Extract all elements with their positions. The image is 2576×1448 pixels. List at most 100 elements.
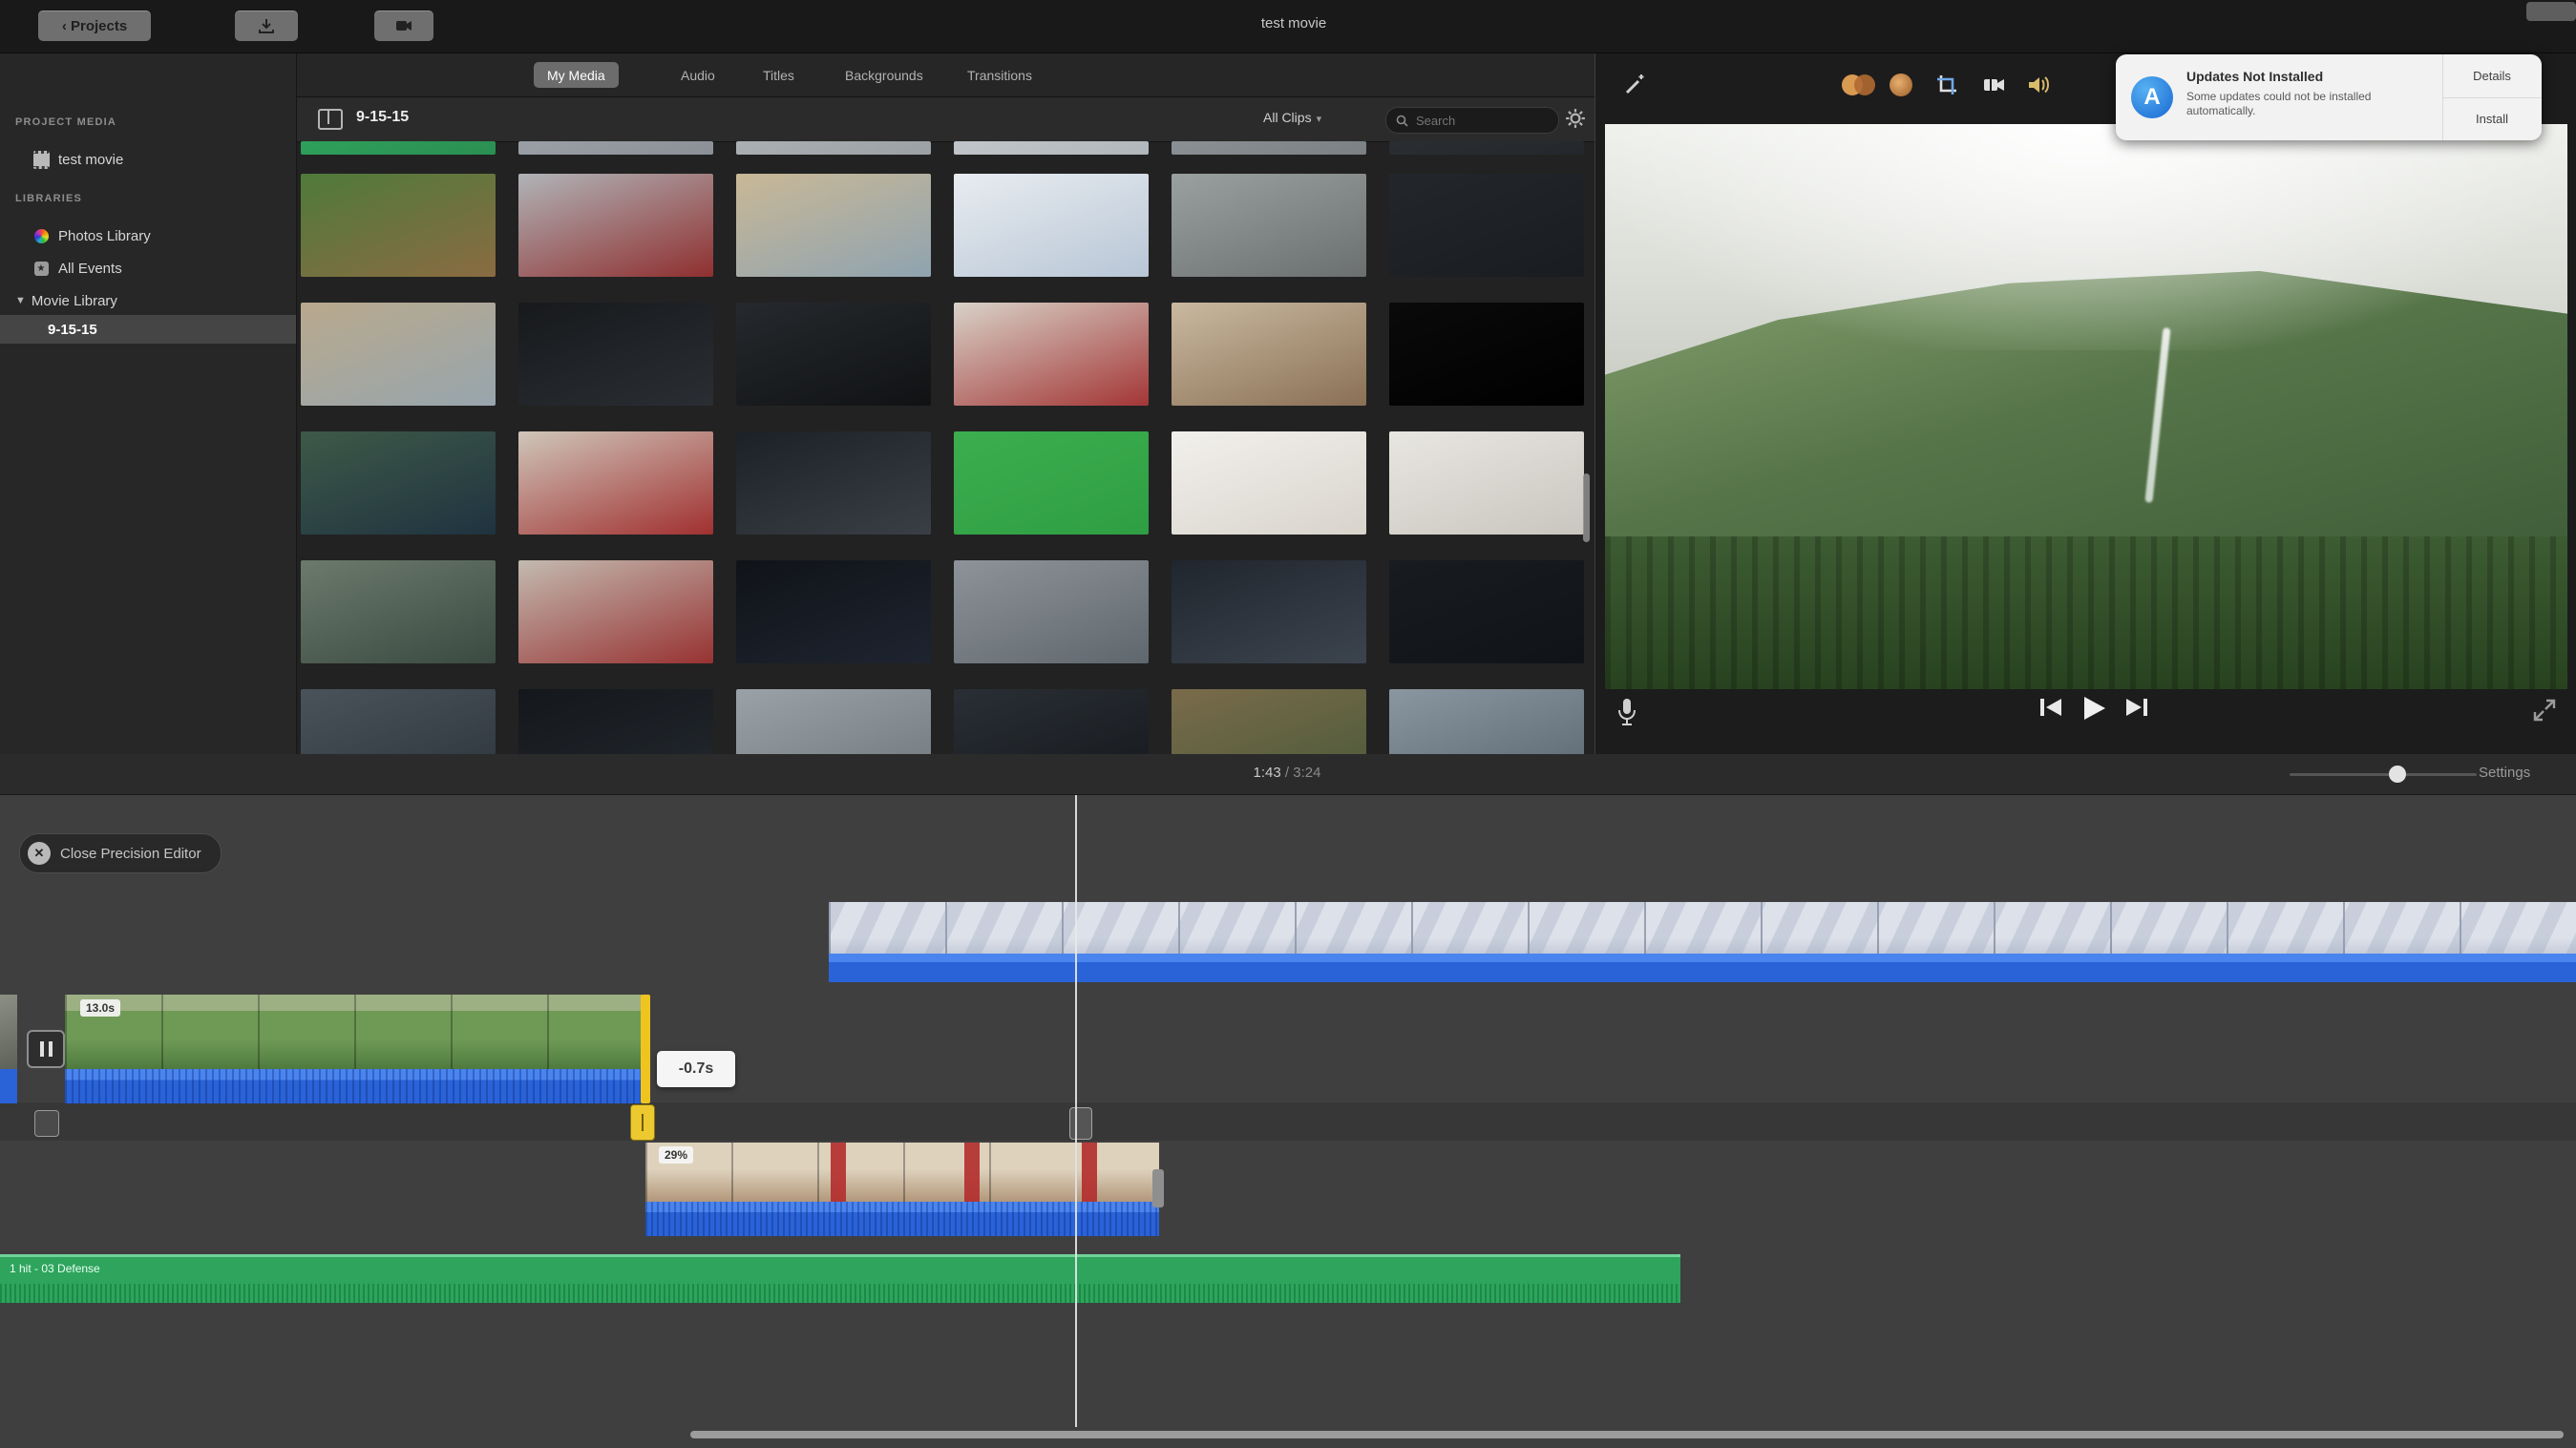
library-sidebar: PROJECT MEDIA test movie LIBRARIES Photo… bbox=[0, 53, 297, 754]
microphone-icon[interactable] bbox=[1616, 697, 1637, 727]
current-time: 1:43 bbox=[1254, 765, 1281, 781]
edit-marker-left[interactable] bbox=[34, 1110, 59, 1137]
media-thumbnail[interactable] bbox=[736, 141, 931, 155]
sidebar-item-photos-library[interactable]: Photos Library bbox=[0, 221, 296, 250]
timeline-toolbar: 1:43 / 3:24 Settings bbox=[0, 754, 2576, 795]
import-button[interactable] bbox=[235, 10, 298, 41]
photos-flower-icon bbox=[32, 227, 50, 244]
zoom-slider-thumb[interactable] bbox=[2389, 766, 2406, 783]
media-thumbnail[interactable] bbox=[1389, 174, 1584, 277]
media-thumbnail[interactable] bbox=[954, 560, 1149, 663]
imovie-window: ‹ Projects test movie PROJECT MEDIA test… bbox=[0, 0, 2576, 1448]
edit-marker-selected[interactable] bbox=[630, 1104, 655, 1141]
sidebar-item-all-events[interactable]: ★ All Events bbox=[0, 254, 296, 283]
sidebar-item-event-9-15-15[interactable]: 9-15-15 bbox=[0, 315, 296, 344]
media-thumbnail[interactable] bbox=[518, 174, 713, 277]
audio-waveform bbox=[0, 1284, 1680, 1303]
sidebar-item-label: test movie bbox=[58, 152, 123, 168]
timeline-clip-office-audio[interactable] bbox=[645, 1202, 1159, 1236]
sidebar-item-movie-library[interactable]: ▼ Movie Library bbox=[0, 286, 296, 315]
viewer-video[interactable] bbox=[1605, 124, 2567, 689]
fullscreen-icon[interactable] bbox=[2533, 699, 2556, 722]
media-thumbnail[interactable] bbox=[736, 689, 931, 754]
media-thumbnail[interactable] bbox=[1172, 174, 1366, 277]
timeline-settings-button[interactable]: Settings bbox=[2479, 765, 2530, 781]
media-thumbnail[interactable] bbox=[518, 303, 713, 406]
media-thumbnail[interactable] bbox=[954, 431, 1149, 535]
media-thumbnail[interactable] bbox=[1172, 431, 1366, 535]
media-thumbnail[interactable] bbox=[301, 303, 496, 406]
transition-icon[interactable] bbox=[27, 1030, 65, 1068]
media-thumbnail[interactable] bbox=[736, 431, 931, 535]
media-thumbnail[interactable] bbox=[954, 303, 1149, 406]
media-thumbnail[interactable] bbox=[518, 141, 713, 155]
outgoing-clip-filmstrip[interactable] bbox=[829, 902, 2576, 954]
media-thumbnail[interactable] bbox=[518, 560, 713, 663]
media-thumbnail[interactable] bbox=[1389, 141, 1584, 155]
media-thumbnail[interactable] bbox=[1389, 560, 1584, 663]
media-thumbnail[interactable] bbox=[301, 689, 496, 754]
media-thumbnail[interactable] bbox=[518, 431, 713, 535]
camera-button[interactable] bbox=[374, 10, 433, 41]
media-thumbnail[interactable] bbox=[954, 141, 1149, 155]
close-precision-label: Close Precision Editor bbox=[60, 846, 201, 862]
clip-fragment[interactable] bbox=[0, 995, 17, 1069]
install-button[interactable]: Install bbox=[2442, 97, 2542, 140]
play-button[interactable] bbox=[2080, 695, 2107, 722]
media-thumbnail[interactable] bbox=[301, 560, 496, 663]
sidebar-item-label: All Events bbox=[58, 261, 122, 277]
details-button[interactable]: Details bbox=[2442, 54, 2542, 97]
media-thumbnail-grid bbox=[297, 53, 1594, 754]
timeline-clip-field-audio[interactable] bbox=[65, 1069, 642, 1103]
media-thumbnail[interactable] bbox=[301, 431, 496, 535]
music-audio-clip[interactable]: 1 hit - 03 Defense bbox=[0, 1254, 1680, 1303]
skip-forward-button[interactable] bbox=[2122, 695, 2151, 720]
media-thumbnail[interactable] bbox=[1389, 689, 1584, 754]
precision-editor: ✕ Close Precision Editor 13.0s -0.7s 29% bbox=[0, 795, 2576, 1448]
timeline-clip-office[interactable] bbox=[645, 1143, 1159, 1202]
events-star-icon: ★ bbox=[32, 260, 50, 277]
media-thumbnail[interactable] bbox=[1172, 303, 1366, 406]
media-thumbnail[interactable] bbox=[954, 689, 1149, 754]
timeline-horizontal-scrollbar[interactable] bbox=[690, 1431, 2564, 1438]
clip-connection-handle[interactable] bbox=[1152, 1169, 1164, 1207]
timeline-clip-field[interactable] bbox=[65, 995, 642, 1069]
media-thumbnail[interactable] bbox=[1172, 560, 1366, 663]
outgoing-clip-audio[interactable] bbox=[829, 954, 2576, 982]
timecode-display: 1:43 / 3:24 bbox=[1182, 765, 1392, 781]
enhance-wand-icon[interactable] bbox=[1622, 71, 1647, 99]
timeline-zoom-slider[interactable] bbox=[2290, 773, 2477, 776]
media-thumbnail[interactable] bbox=[736, 560, 931, 663]
forest-region bbox=[1605, 536, 2567, 689]
stabilization-icon[interactable] bbox=[1981, 71, 2006, 99]
skip-back-button[interactable] bbox=[2037, 695, 2065, 720]
project-media-header: PROJECT MEDIA bbox=[15, 116, 116, 128]
media-thumbnail[interactable] bbox=[1389, 431, 1584, 535]
close-precision-editor-button[interactable]: ✕ Close Precision Editor bbox=[19, 833, 222, 873]
media-thumbnail[interactable] bbox=[1172, 689, 1366, 754]
media-thumbnail[interactable] bbox=[301, 141, 496, 155]
share-button[interactable] bbox=[2526, 2, 2576, 21]
media-thumbnail[interactable] bbox=[954, 174, 1149, 277]
projects-back-button[interactable]: ‹ Projects bbox=[38, 10, 151, 41]
media-thumbnail[interactable] bbox=[518, 689, 713, 754]
color-correction-icon[interactable] bbox=[1890, 71, 1912, 99]
browser-scrollbar[interactable] bbox=[1583, 473, 1590, 542]
playhead[interactable] bbox=[1075, 795, 1077, 1427]
disclosure-triangle-icon[interactable]: ▼ bbox=[15, 295, 26, 306]
sidebar-item-test-movie[interactable]: test movie bbox=[0, 145, 296, 174]
media-thumbnail[interactable] bbox=[301, 174, 496, 277]
trim-handle-yellow[interactable] bbox=[641, 995, 650, 1103]
media-thumbnail[interactable] bbox=[736, 174, 931, 277]
color-balance-icon[interactable] bbox=[1842, 71, 1875, 99]
clip-speed-badge: 29% bbox=[659, 1146, 693, 1164]
edit-point-lane bbox=[0, 1102, 2576, 1141]
media-thumbnail[interactable] bbox=[1389, 303, 1584, 406]
sidebar-item-label: Photos Library bbox=[58, 228, 151, 244]
crop-icon[interactable] bbox=[1935, 71, 1958, 99]
volume-icon[interactable] bbox=[2027, 71, 2052, 99]
media-thumbnail[interactable] bbox=[736, 303, 931, 406]
edit-marker-right[interactable] bbox=[1069, 1107, 1092, 1140]
media-thumbnail[interactable] bbox=[1172, 141, 1366, 155]
import-icon bbox=[258, 18, 275, 33]
